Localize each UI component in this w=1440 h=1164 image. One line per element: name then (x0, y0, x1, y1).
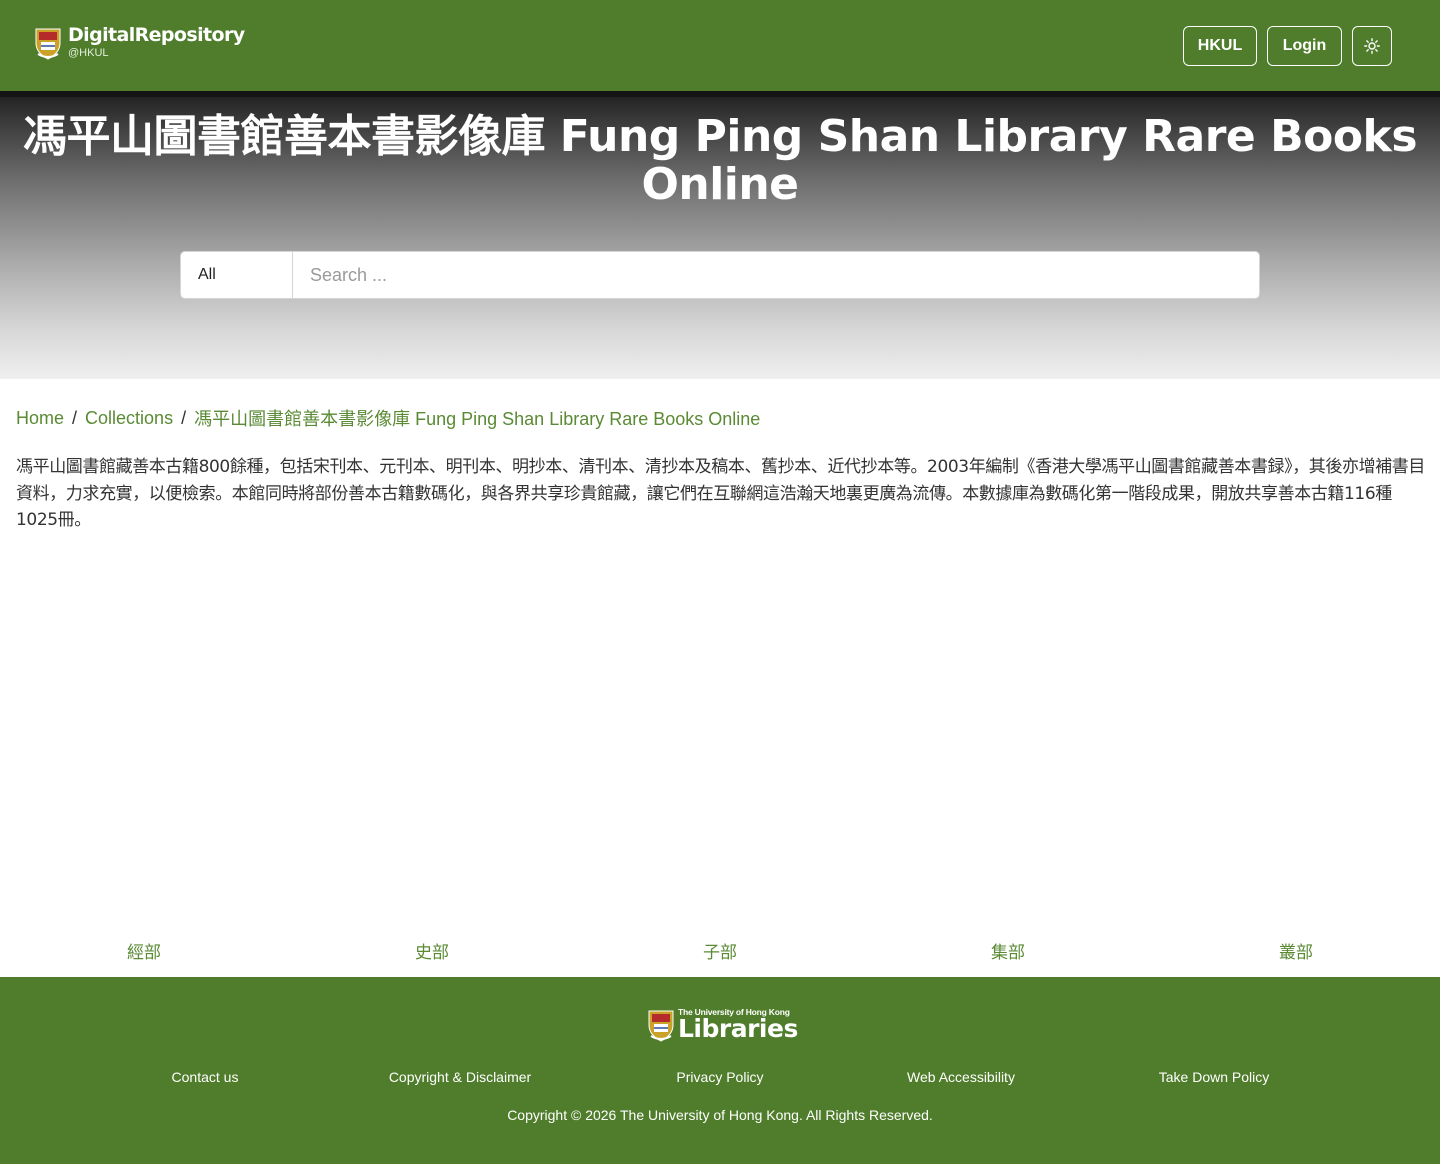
footer-logo-libraries: Libraries (678, 1013, 798, 1043)
hero-banner-strip (0, 91, 1440, 97)
hku-crest-icon (35, 28, 61, 60)
sun-icon (1364, 38, 1380, 54)
breadcrumb-collections[interactable]: Collections (85, 408, 173, 429)
footer-link-accessibility[interactable]: Web Accessibility (907, 1069, 1015, 1085)
collection-hero: 馮平山圖書館善本書影像庫 Fung Ping Shan Library Rare… (0, 91, 1440, 379)
footer-link-contact[interactable]: Contact us (172, 1069, 239, 1085)
category-link-ji[interactable]: 集部 (864, 938, 1152, 963)
collection-description: 馮平山圖書館藏善本古籍800餘種，包括宋刊本、元刊本、明刊本、明抄本、清刊本、清… (16, 457, 1426, 530)
hku-libraries-logo[interactable]: The University of Hong Kong Libraries (647, 1008, 798, 1042)
hkul-button[interactable]: HKUL (1183, 26, 1257, 66)
brand-name: DigitalRepository (68, 24, 245, 46)
breadcrumb-separator: / (72, 407, 78, 428)
breadcrumb: Home / Collections / 馮平山圖書館善本書影像庫 Fung P… (16, 405, 760, 431)
search-scope-select[interactable]: All (181, 252, 293, 298)
category-link-zi[interactable]: 子部 (576, 938, 864, 963)
breadcrumb-separator: / (181, 407, 187, 428)
footer-link-takedown[interactable]: Take Down Policy (1159, 1069, 1270, 1085)
top-navbar: DigitalRepository @HKUL HKUL Login (0, 0, 1440, 91)
category-link-jing[interactable]: 經部 (0, 938, 288, 963)
hku-crest-icon (648, 1010, 674, 1042)
breadcrumb-home[interactable]: Home (16, 408, 64, 429)
category-link-cong[interactable]: 叢部 (1152, 938, 1440, 963)
search-bar: All (180, 251, 1260, 299)
category-link-shi[interactable]: 史部 (288, 938, 576, 963)
site-footer: The University of Hong Kong Libraries Co… (0, 977, 1440, 1164)
footer-link-privacy[interactable]: Privacy Policy (676, 1069, 763, 1085)
digital-repository-logo[interactable]: DigitalRepository @HKUL (34, 26, 245, 60)
footer-copyright: Copyright © 2026 The University of Hong … (507, 1107, 933, 1123)
login-button[interactable]: Login (1267, 26, 1342, 66)
theme-toggle-button[interactable] (1352, 26, 1392, 66)
category-links: 經部 史部 子部 集部 叢部 (0, 938, 1440, 963)
collection-title: 馮平山圖書館善本書影像庫 Fung Ping Shan Library Rare… (22, 111, 1418, 210)
footer-link-copyright[interactable]: Copyright & Disclaimer (389, 1069, 531, 1085)
breadcrumb-current-collection[interactable]: 馮平山圖書館善本書影像庫 Fung Ping Shan Library Rare… (194, 405, 760, 431)
search-input[interactable] (293, 252, 1259, 298)
brand-subtitle: @HKUL (68, 47, 109, 59)
